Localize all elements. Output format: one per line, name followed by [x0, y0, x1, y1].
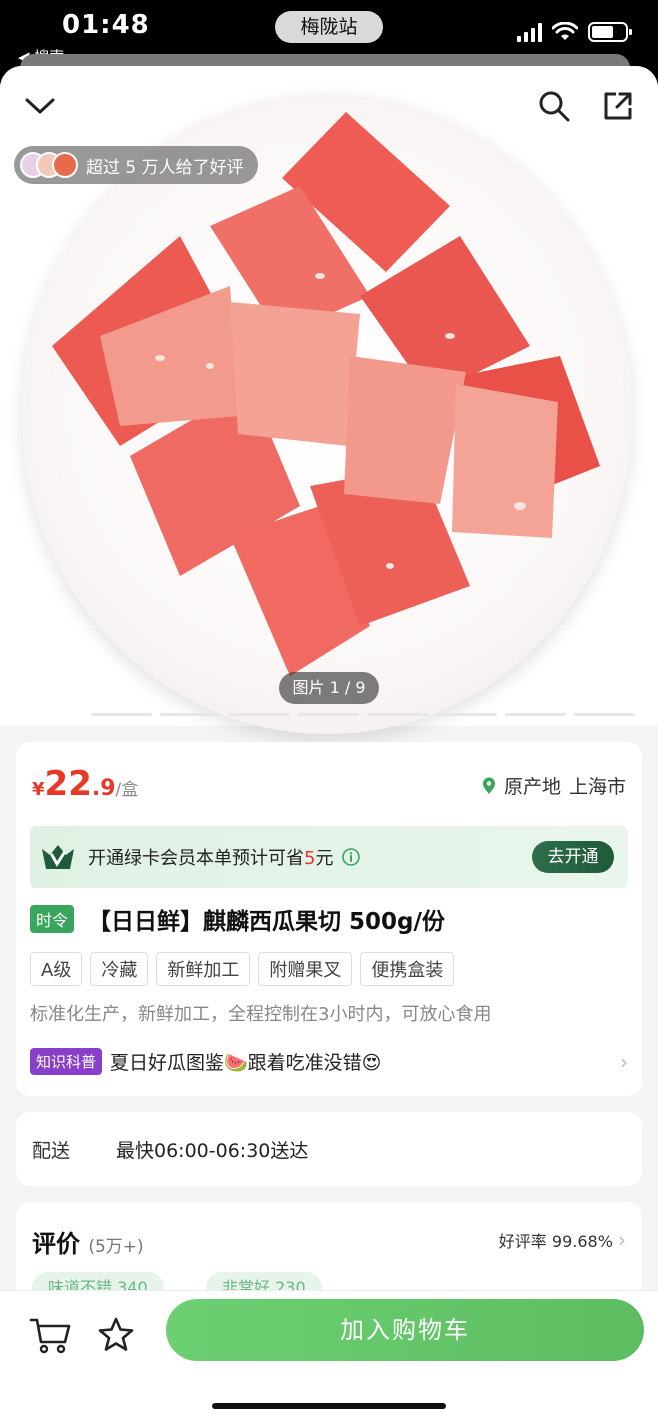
- title-row: 时令 【日日鲜】麒麟西瓜果切 500g/份: [30, 902, 445, 936]
- price-decimal: .9: [91, 776, 116, 801]
- search-icon: [539, 91, 570, 122]
- origin-value: 上海市: [568, 776, 626, 798]
- add-to-cart-button[interactable]: 加入购物车: [166, 1299, 644, 1361]
- knowledge-text: 夏日好瓜图鉴🍉跟着吃准没错😍: [110, 1052, 382, 1074]
- product-tag: 冷藏: [90, 952, 149, 986]
- signal-icon: [517, 22, 542, 42]
- gallery-dot: [22, 713, 83, 716]
- gallery-dot: [298, 713, 359, 716]
- star-icon: [98, 1317, 134, 1351]
- product-title: 【日日鲜】麒麟西瓜果切 500g/份: [88, 909, 445, 935]
- delivery-value: 最快06:00-06:30送达: [116, 1139, 309, 1162]
- image-counter: 图片 1 / 9: [279, 672, 379, 704]
- info-icon[interactable]: [341, 847, 361, 867]
- status-time: 01:48: [62, 10, 150, 40]
- cart-button[interactable]: [28, 1313, 72, 1357]
- delivery-label: 配送: [32, 1139, 71, 1162]
- knowledge-link[interactable]: 知识科普 夏日好瓜图鉴🍉跟着吃准没错😍 ›: [30, 1048, 628, 1075]
- share-button[interactable]: [598, 86, 638, 126]
- product-tag: 便携盒装: [360, 952, 455, 986]
- crown-v-icon: [42, 845, 74, 869]
- home-indicator[interactable]: [212, 1403, 446, 1409]
- activate-membership-button[interactable]: 去开通: [532, 841, 614, 873]
- product-image-gallery[interactable]: 超过 5 万人给了好评 图片 1 / 9: [0, 66, 658, 734]
- gallery-dot: [160, 713, 221, 716]
- search-button[interactable]: [534, 86, 574, 126]
- location-pill[interactable]: 梅陇站: [275, 11, 383, 43]
- product-tag: 附赠果叉: [258, 952, 353, 986]
- origin-label: 原产地: [503, 776, 561, 798]
- status-bar: 01:48 梅陇站 ◀ 搜索: [0, 0, 658, 66]
- price: ¥22.9/盒: [32, 764, 138, 804]
- gallery-dot: [367, 713, 428, 716]
- product-tag: A级: [30, 952, 83, 986]
- battery-level: [592, 26, 613, 38]
- gallery-dot: [505, 713, 566, 716]
- gallery-dot: [574, 713, 635, 716]
- product-tag: 新鲜加工: [156, 952, 251, 986]
- member-promo-banner[interactable]: 开通绿卡会员本单预计可省5元 去开通: [30, 826, 628, 888]
- delivery-card: 配送 最快06:00-06:30送达: [16, 1112, 642, 1186]
- chevron-right-icon: ›: [620, 1050, 628, 1074]
- favorite-button[interactable]: [94, 1313, 138, 1357]
- product-tags: A级 冷藏 新鲜加工 附赠果叉 便携盒装: [30, 952, 455, 986]
- chevron-right-icon: ›: [618, 1228, 626, 1252]
- bottom-action-bar: 加入购物车: [0, 1290, 658, 1424]
- positive-rate[interactable]: 好评率 99.68% ›: [499, 1228, 626, 1252]
- product-detail-sheet: 超过 5 万人给了好评 图片 1 / 9 ¥22.9/盒 原产地 上海市 开通绿…: [0, 66, 658, 1424]
- price-unit: /盒: [115, 780, 139, 800]
- knowledge-tag: 知识科普: [30, 1048, 103, 1075]
- status-icons: [517, 22, 632, 42]
- reviews-title: 评价 (5万+): [32, 1230, 144, 1258]
- gallery-dots: [22, 713, 635, 716]
- price-integer: 22: [44, 764, 92, 804]
- product-info-card: ¥22.9/盒 原产地 上海市 开通绿卡会员本单预计可省5元 去开通 时令 【日…: [16, 742, 642, 1096]
- collapse-button[interactable]: [20, 86, 60, 126]
- chevron-down-icon: [25, 98, 55, 114]
- watermelon-slices: [52, 112, 600, 676]
- wifi-icon: [552, 22, 578, 40]
- reviewer-avatars: [20, 152, 78, 178]
- gallery-dot: [229, 713, 290, 716]
- product-description: 标准化生产，新鲜加工，全程控制在3小时内，可放心食用: [30, 1004, 492, 1025]
- battery-icon: [588, 22, 632, 42]
- reviews-highlight-chip[interactable]: 超过 5 万人给了好评: [14, 146, 258, 184]
- share-icon: [604, 92, 632, 120]
- season-tag: 时令: [30, 905, 75, 933]
- gallery-dot: [91, 713, 152, 716]
- cart-icon: [29, 1318, 71, 1354]
- price-currency: ¥: [32, 779, 45, 800]
- member-promo-text: 开通绿卡会员本单预计可省5元: [88, 848, 334, 869]
- avatar: [52, 152, 78, 178]
- location-pin-icon: [482, 777, 495, 794]
- gallery-dot: [436, 713, 497, 716]
- origin: 原产地 上海市: [482, 772, 626, 799]
- reviews-chip-label: 超过 5 万人给了好评: [86, 157, 244, 178]
- reviews-count: (5万+): [88, 1237, 144, 1257]
